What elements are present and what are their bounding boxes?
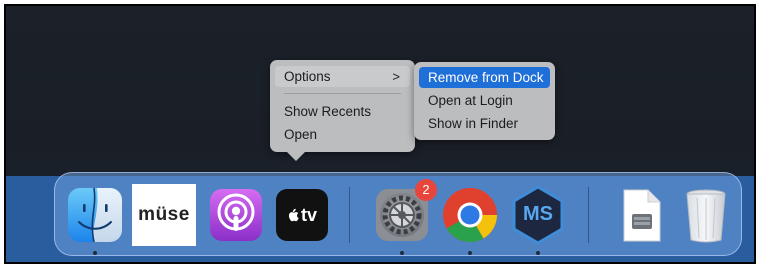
document-icon — [623, 189, 661, 242]
menu-item-label: Show in Finder — [428, 116, 519, 131]
screen-frame: Options > Show Recents Open Remove from … — [4, 4, 756, 264]
chrome-icon — [443, 188, 497, 243]
dock-app-apple-tv[interactable]: tv — [271, 184, 333, 246]
dock: müse tv 2 MS — [54, 172, 742, 256]
menu-item-options[interactable]: Options > — [275, 66, 410, 87]
dock-divider — [349, 187, 350, 243]
dock-item-document[interactable] — [610, 184, 672, 246]
dock-app-muse[interactable]: müse — [132, 184, 196, 246]
finder-icon — [68, 187, 122, 243]
chevron-right-icon: > — [392, 69, 400, 84]
menu-item-label: Remove from Dock — [428, 70, 544, 85]
submenu-item-open-at-login[interactable]: Open at Login — [419, 90, 550, 111]
menu-item-label: Open at Login — [428, 93, 513, 108]
dock-app-system-settings[interactable]: 2 — [371, 179, 437, 246]
running-indicator — [93, 251, 97, 255]
dock-app-ms[interactable]: MS — [507, 184, 569, 246]
podcasts-icon — [210, 189, 262, 241]
menu-item-label: Show Recents — [284, 104, 372, 119]
dock-divider — [588, 187, 589, 243]
notification-badge: 2 — [415, 179, 437, 201]
trash-icon — [686, 189, 726, 243]
dock-context-menu: Options > Show Recents Open — [270, 60, 415, 161]
options-submenu: Remove from Dock Open at Login Show in F… — [414, 62, 555, 140]
menu-item-label: Options — [284, 69, 331, 84]
menu-item-label: Open — [284, 127, 318, 142]
menu-separator — [284, 93, 401, 94]
menu-item-open[interactable]: Open — [275, 124, 410, 145]
menu-item-show-recents[interactable]: Show Recents — [275, 101, 410, 122]
submenu-item-show-in-finder[interactable]: Show in Finder — [419, 113, 550, 134]
submenu-item-remove-from-dock[interactable]: Remove from Dock — [419, 67, 550, 88]
running-indicator — [536, 251, 540, 255]
dock-item-trash[interactable] — [675, 184, 737, 246]
running-indicator — [400, 251, 404, 255]
apple-tv-icon: tv — [276, 189, 328, 241]
dock-app-podcasts[interactable] — [205, 184, 267, 246]
dock-app-chrome[interactable] — [439, 184, 501, 246]
muse-icon: müse — [138, 204, 190, 225]
apple-logo-icon — [288, 208, 299, 222]
dock-app-finder[interactable] — [64, 184, 126, 246]
running-indicator — [468, 251, 472, 255]
